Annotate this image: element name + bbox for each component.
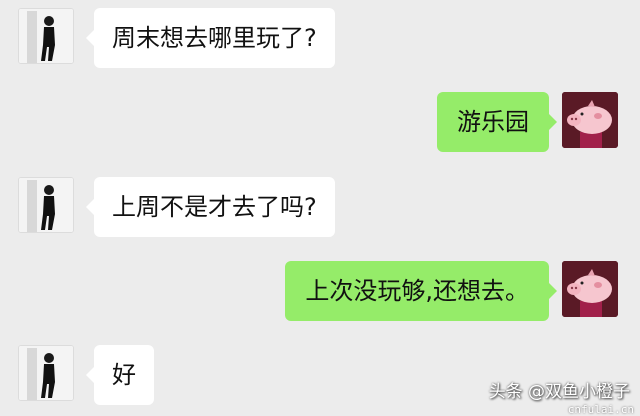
person-silhouette-icon (19, 346, 73, 400)
received-message-bubble[interactable]: 上周不是才去了吗? (86, 177, 335, 237)
pig-icon (562, 92, 618, 148)
sent-message-bubble[interactable]: 游乐园 (437, 92, 557, 152)
received-message-bubble[interactable]: 好 (86, 345, 154, 405)
message-text: 游乐园 (457, 108, 529, 136)
watermark-site: cnfulai.cn (567, 403, 634, 416)
user-avatar[interactable] (562, 92, 618, 148)
contact-avatar[interactable] (18, 345, 74, 401)
contact-avatar[interactable] (18, 177, 74, 233)
pig-icon (562, 261, 618, 317)
person-silhouette-icon (19, 178, 73, 232)
received-message-bubble[interactable]: 周末想去哪里玩了? (86, 8, 335, 68)
sent-message-bubble[interactable]: 上次没玩够,还想去。 (285, 261, 557, 321)
message-text: 周末想去哪里玩了? (112, 24, 317, 52)
message-text: 上周不是才去了吗? (112, 193, 317, 221)
user-avatar[interactable] (562, 261, 618, 317)
message-text: 好 (112, 361, 136, 389)
contact-avatar[interactable] (18, 8, 74, 64)
person-silhouette-icon (19, 9, 73, 63)
watermark-text: 头条 @双鱼小橙子 (488, 382, 630, 402)
message-text: 上次没玩够,还想去。 (305, 277, 529, 305)
